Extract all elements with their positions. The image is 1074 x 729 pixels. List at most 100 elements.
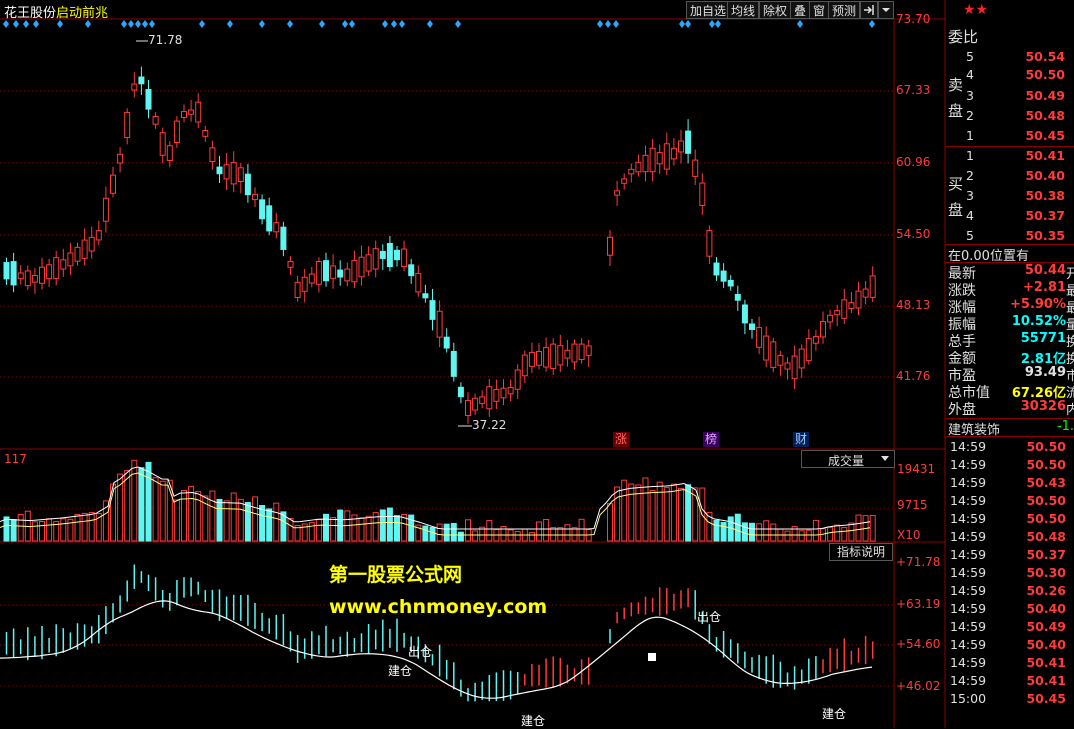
candle-body — [81, 239, 88, 259]
tick-time: 14:59 — [950, 439, 987, 454]
candle-body — [741, 304, 748, 324]
candle-body — [159, 132, 166, 156]
sell-order-row[interactable]: 2 50.48 — [946, 108, 1074, 125]
indicator-axis-label: +46.02 — [896, 679, 941, 693]
candle-body — [571, 343, 578, 363]
candle-body — [663, 143, 670, 170]
tick-time: 14:59 — [950, 601, 987, 616]
stat-row: 振幅 10.52% 量 — [946, 314, 1074, 333]
candle-body — [102, 197, 109, 222]
forecast-button[interactable]: 预测 — [828, 1, 861, 19]
overlay-button[interactable]: 叠 — [790, 1, 811, 19]
candle-body — [280, 226, 287, 250]
moving-average-button[interactable]: 均线 — [727, 1, 760, 19]
stat-value: 93.49 — [1024, 365, 1066, 380]
volume-bar — [60, 518, 67, 542]
volume-bar — [266, 508, 273, 542]
candle-body — [386, 242, 393, 268]
order-price: 50.38 — [1025, 188, 1065, 203]
volume-bar — [216, 498, 223, 542]
candle-body — [465, 400, 471, 417]
candle-body — [784, 362, 791, 370]
volume-bar — [607, 503, 613, 542]
tick-price: 50.50 — [1026, 439, 1066, 454]
candle-body — [301, 276, 308, 292]
buy-order-row[interactable]: 4 50.37 — [946, 208, 1074, 225]
indicator-explain-button[interactable]: 指标说明 — [829, 543, 893, 561]
tick-time: 14:59 — [950, 457, 987, 472]
sell-order-row[interactable]: 4 50.50 — [946, 67, 1074, 84]
volume-bar — [812, 519, 819, 542]
candle-body — [777, 354, 784, 366]
volume-bar — [457, 531, 464, 542]
buy-order-row[interactable]: 5 50.35 — [946, 228, 1074, 245]
signal-diamond-icon — [455, 20, 461, 28]
order-price: 50.49 — [1025, 88, 1065, 103]
tick-price: 50.50 — [1026, 511, 1066, 526]
buy-order-row[interactable]: 3 50.38 — [946, 188, 1074, 205]
candle-body — [173, 120, 180, 143]
volume-bar — [827, 526, 834, 542]
volume-bar — [173, 499, 180, 542]
candle-body — [372, 248, 379, 270]
candle-body — [287, 260, 294, 268]
stat-value: 10.52% — [1011, 314, 1066, 329]
signal-label-jiancang: 建仓 — [822, 707, 847, 721]
candle-body — [266, 205, 273, 232]
signal-diamond-icon — [342, 20, 348, 28]
buy-order-row[interactable]: 1 50.41 — [946, 148, 1074, 165]
sell-order-row[interactable]: 3 50.49 — [946, 88, 1074, 105]
sell-order-row[interactable]: 1 50.45 — [946, 128, 1074, 145]
candle-body — [621, 178, 628, 184]
volume-selector-label: 成交量 — [828, 454, 865, 468]
pin-right-icon[interactable] — [860, 1, 878, 19]
event-marker-finance[interactable]: 财 — [793, 432, 809, 447]
signal-diamond-icon — [13, 20, 19, 28]
candle-body — [557, 345, 564, 366]
tick-time: 14:59 — [950, 673, 987, 688]
candle-body — [110, 174, 116, 194]
tick-row: 14:59 50.50 — [948, 511, 1074, 529]
candle-body — [202, 129, 209, 137]
signal-diamond-icon — [685, 20, 691, 28]
signal-label-jiancang: 建仓 — [521, 714, 546, 728]
candle-body — [720, 270, 727, 282]
candle-body — [67, 252, 74, 267]
event-marker-ranking[interactable]: 榜 — [703, 432, 719, 447]
sell-order-row[interactable]: 5 50.54 — [946, 49, 1074, 66]
volume-selector[interactable]: 成交量 — [801, 450, 895, 468]
stat-suffix: 内 — [1066, 403, 1074, 418]
kline-chart-area[interactable] — [0, 0, 946, 728]
stat-row: 金额 2.81亿换 — [946, 348, 1074, 367]
candle-body — [472, 397, 479, 411]
dropdown-arrow-icon[interactable] — [878, 1, 894, 19]
volume-bar — [656, 481, 663, 542]
add-watchlist-button[interactable]: 加自选 — [686, 1, 731, 19]
candle-body — [17, 272, 24, 280]
volume-bar — [223, 500, 230, 542]
signal-diamond-icon — [227, 20, 233, 28]
volume-bar — [614, 486, 621, 542]
volume-bar — [784, 530, 791, 542]
tick-time: 14:59 — [950, 655, 987, 670]
volume-bar — [834, 524, 841, 542]
volume-bar — [550, 527, 557, 542]
volume-bar — [685, 484, 692, 542]
stat-value: +2.81 — [1023, 280, 1066, 295]
candle-body — [791, 355, 798, 380]
window-button[interactable]: 窗 — [809, 1, 830, 19]
candle-body — [805, 338, 812, 362]
candle-body — [756, 327, 763, 348]
tick-row: 14:59 50.41 — [948, 655, 1074, 673]
buy-order-row[interactable]: 2 50.40 — [946, 168, 1074, 185]
candle-body — [763, 335, 770, 361]
event-marker-limit-up[interactable]: 涨 — [613, 432, 629, 447]
candle-body — [543, 347, 550, 368]
tick-row: 14:59 50.30 — [948, 565, 1074, 583]
order-level: 3 — [966, 88, 974, 103]
candle-body — [152, 115, 159, 125]
volume-bar — [145, 461, 152, 542]
candle-body — [124, 111, 131, 138]
signal-diamond-icon — [23, 20, 29, 28]
ex-rights-button[interactable]: 除权 — [759, 1, 792, 19]
